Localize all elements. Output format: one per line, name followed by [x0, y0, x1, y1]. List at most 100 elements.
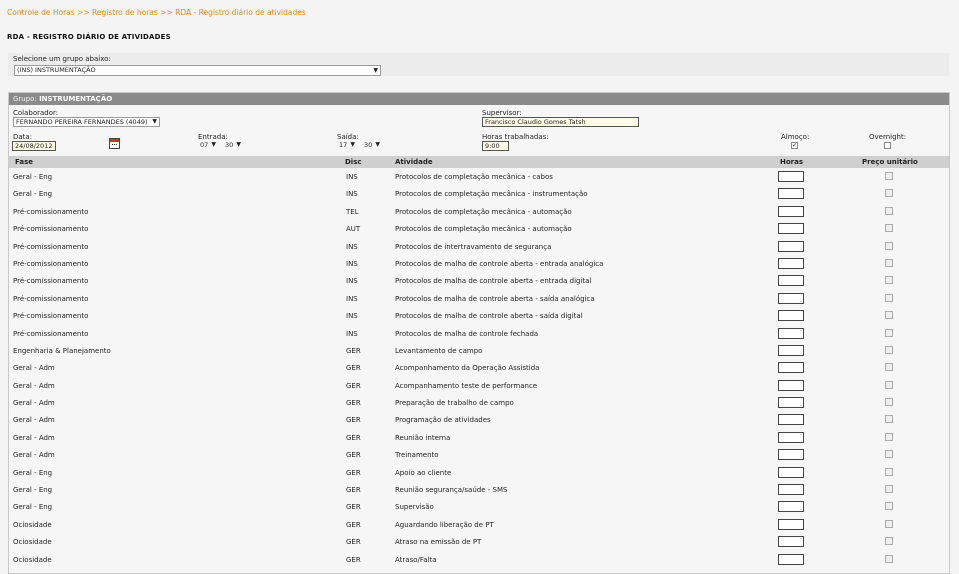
- supervisor-field[interactable]: Francisco Claudio Gomes Tatsh: [482, 117, 639, 127]
- cell-atividade: Levantamento de campo: [395, 346, 483, 355]
- cell-atividade: Supervisão: [395, 503, 434, 512]
- preco-unitario-checkbox[interactable]: [885, 432, 893, 441]
- cell-fase: Pré-comissionamento: [13, 329, 89, 338]
- horas-input[interactable]: [778, 379, 804, 391]
- horas-input[interactable]: [778, 292, 804, 304]
- form-fields: Colaborador: FERNANDO PEREIRA FERNANDES …: [9, 105, 949, 155]
- preco-unitario-checkbox[interactable]: [885, 206, 893, 215]
- preco-unitario-checkbox[interactable]: [885, 276, 893, 285]
- preco-unitario-checkbox[interactable]: [885, 519, 893, 528]
- preco-unitario-checkbox[interactable]: [885, 172, 893, 180]
- calendar-icon[interactable]: [109, 138, 120, 149]
- chevron-down-icon: ▼: [373, 67, 378, 74]
- cell-disc: GER: [346, 381, 361, 390]
- horas-input[interactable]: [778, 257, 804, 269]
- overnight-checkbox[interactable]: [884, 142, 891, 149]
- cell-atividade: Reunião segurança/saúde - SMS: [395, 486, 508, 495]
- preco-unitario-checkbox[interactable]: [885, 415, 893, 424]
- horas-input[interactable]: [778, 553, 804, 565]
- colaborador-select[interactable]: FERNANDO PEREIRA FERNANDES (4049) ▼: [13, 117, 160, 127]
- preco-unitario-checkbox[interactable]: [885, 380, 893, 389]
- cell-fase: Geral - Adm: [13, 364, 55, 373]
- cell-atividade: Atraso na emissão de PT: [395, 538, 482, 547]
- cell-atividade: Treinamento: [395, 451, 439, 460]
- cell-fase: Ociosidade: [13, 555, 52, 564]
- preco-unitario-checkbox[interactable]: [885, 224, 893, 233]
- horas-input[interactable]: [778, 171, 804, 182]
- horas-input[interactable]: [778, 240, 804, 252]
- cell-disc: INS: [346, 173, 358, 181]
- preco-unitario-checkbox[interactable]: [885, 345, 893, 354]
- horas-input[interactable]: [778, 518, 804, 530]
- horas-input[interactable]: [778, 327, 804, 339]
- horas-input[interactable]: [778, 205, 804, 217]
- cell-atividade: Protocolos de completação mecânica - cab…: [395, 173, 553, 181]
- cell-disc: INS: [346, 242, 358, 251]
- preco-unitario-checkbox[interactable]: [885, 258, 893, 267]
- horas-input[interactable]: [778, 449, 804, 461]
- table-row: Geral - Eng GER Supervisão: [9, 498, 949, 515]
- preco-unitario-checkbox[interactable]: [885, 398, 893, 407]
- preco-unitario-checkbox[interactable]: [885, 241, 893, 250]
- header-preco: Preço unitário: [862, 158, 918, 166]
- cell-disc: GER: [346, 451, 361, 460]
- horas-input[interactable]: [778, 484, 804, 496]
- cell-atividade: Protocolos de completação mecânica - ins…: [395, 190, 588, 199]
- cell-disc: INS: [346, 294, 358, 303]
- cell-atividade: Protocolos de malha de controle aberta -…: [395, 259, 604, 268]
- almoco-checkbox[interactable]: ✓: [791, 142, 798, 149]
- entrada-min-value: 30: [225, 141, 234, 149]
- horas-input[interactable]: [778, 275, 804, 287]
- date-field[interactable]: 24/08/2012: [12, 141, 56, 151]
- cell-fase: Ociosidade: [13, 520, 52, 529]
- table-header: Fase Disc Atividade Horas Preço unitário: [9, 156, 949, 168]
- table-row: Pré-comissionamento INS Protocolos de malh…: [9, 307, 949, 324]
- horas-input[interactable]: [778, 223, 804, 235]
- cell-fase: Geral - Eng: [13, 173, 53, 181]
- cell-fase: Pré-comissionamento: [13, 207, 89, 216]
- preco-unitario-checkbox[interactable]: [885, 554, 893, 563]
- preco-unitario-checkbox[interactable]: [885, 293, 893, 302]
- preco-unitario-checkbox[interactable]: [885, 311, 893, 320]
- activity-table: Geral - Eng INS Protocolos de completação …: [9, 168, 949, 568]
- horas-input[interactable]: [778, 501, 804, 513]
- chevron-down-icon: ▼: [236, 141, 241, 148]
- breadcrumb[interactable]: Controle de Horas >> Registro de horas >…: [7, 8, 306, 17]
- cell-fase: Geral - Adm: [13, 416, 55, 425]
- horas-input[interactable]: [778, 344, 804, 356]
- group-select[interactable]: (INS) INSTRUMENTAÇÃO ▼: [14, 65, 381, 76]
- horas-input[interactable]: [778, 536, 804, 548]
- preco-unitario-checkbox[interactable]: [885, 467, 893, 476]
- breadcrumb-text[interactable]: Controle de Horas >> Registro de horas >…: [7, 8, 306, 17]
- preco-unitario-checkbox[interactable]: [885, 502, 893, 511]
- header-fase: Fase: [15, 158, 34, 166]
- table-row: Ociosidade GER Atraso na emissão de PT: [9, 533, 949, 550]
- horas-input[interactable]: [778, 431, 804, 443]
- horas-input[interactable]: [778, 310, 804, 322]
- preco-unitario-checkbox[interactable]: [885, 328, 893, 337]
- preco-unitario-checkbox[interactable]: [885, 189, 893, 198]
- cell-fase: Geral - Eng: [13, 468, 53, 477]
- saida-min-select[interactable]: 30 ▼: [362, 141, 382, 149]
- saida-label: Saída:: [337, 133, 359, 141]
- header-horas: Horas: [780, 158, 804, 166]
- saida-hour-select[interactable]: 17 ▼: [337, 141, 357, 149]
- cell-atividade: Aguardando liberação de PT: [395, 520, 494, 529]
- entrada-min-select[interactable]: 30 ▼: [223, 141, 243, 149]
- horas-input[interactable]: [778, 188, 804, 200]
- preco-unitario-checkbox[interactable]: [885, 363, 893, 372]
- horas-input[interactable]: [778, 362, 804, 374]
- horas-input[interactable]: [778, 397, 804, 409]
- table-row: Pré-comissionamento INS Protocolos de malh…: [9, 325, 949, 342]
- preco-unitario-checkbox[interactable]: [885, 450, 893, 459]
- preco-unitario-checkbox[interactable]: [885, 537, 893, 546]
- horas-input[interactable]: [778, 466, 804, 478]
- entrada-hour-select[interactable]: 07 ▼: [198, 141, 218, 149]
- group-select-section: Selecione um grupo abaixo: (INS) INSTRUM…: [8, 53, 949, 76]
- horas-field[interactable]: 9:00: [482, 141, 509, 151]
- cell-atividade: Protocolos de malha de controle fechada: [395, 329, 539, 338]
- horas-input[interactable]: [778, 414, 804, 426]
- cell-disc: GER: [346, 538, 361, 547]
- preco-unitario-checkbox[interactable]: [885, 485, 893, 494]
- table-row: Geral - Eng INS Protocolos de completação …: [9, 168, 949, 185]
